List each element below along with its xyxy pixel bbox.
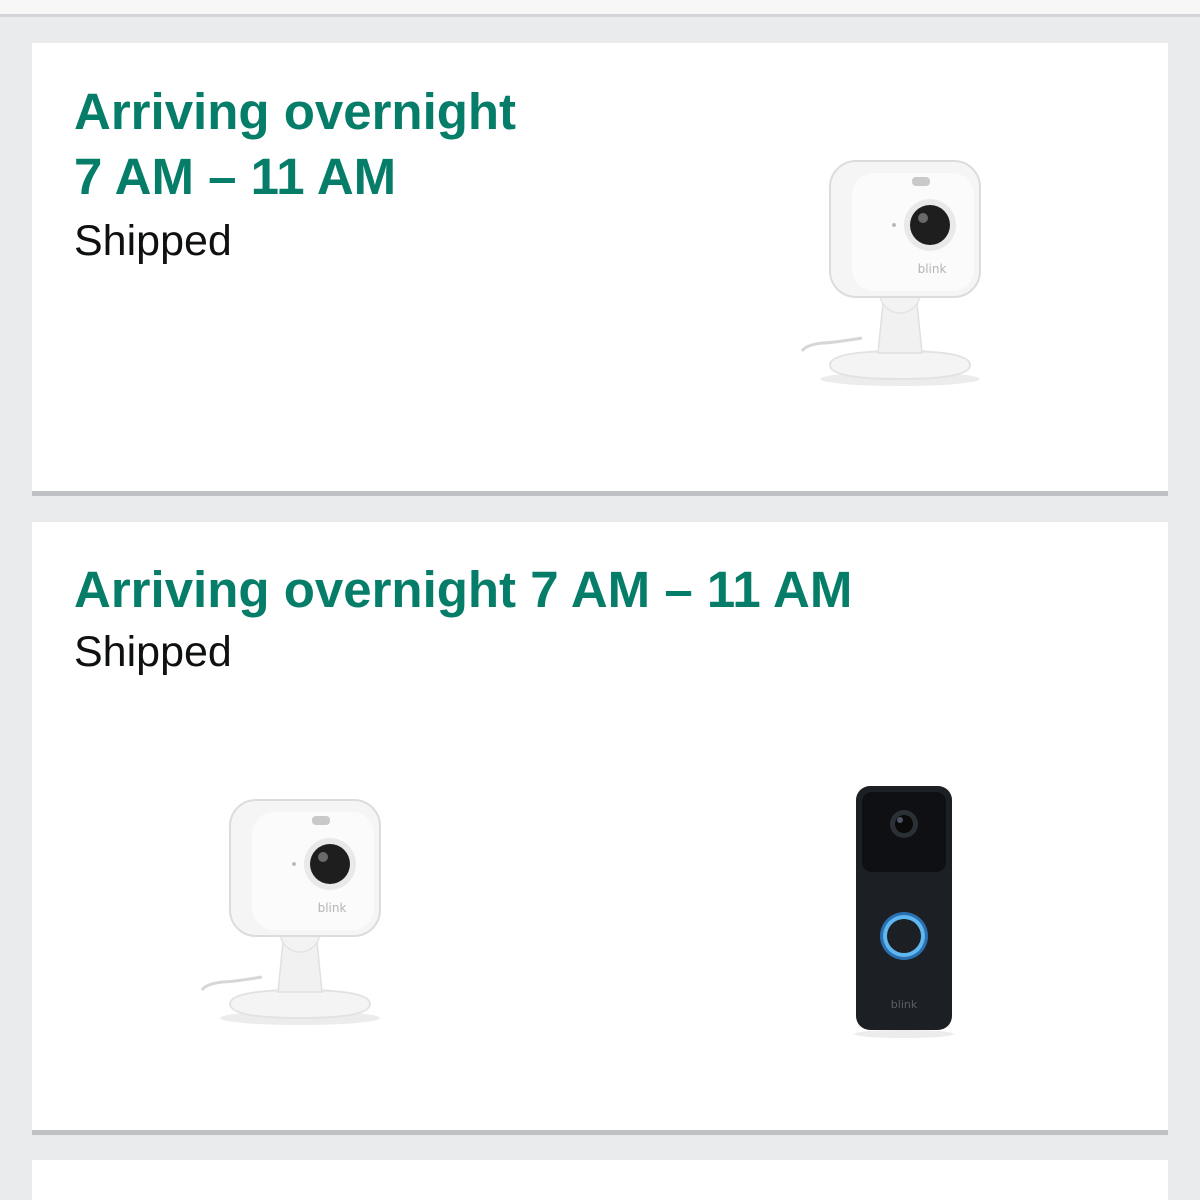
blink-logo-text: blink — [891, 998, 918, 1011]
shipment-status: Shipped — [74, 217, 232, 265]
blink-video-doorbell-image[interactable]: blink — [844, 780, 964, 1040]
blink-logo-text: blink — [318, 901, 347, 915]
blink-logo-text: blink — [918, 262, 947, 276]
arrival-heading: Arriving overnight 7 AM – 11 AM — [74, 561, 853, 618]
arrival-time-line2: 7 AM – 11 AM — [74, 148, 397, 205]
blink-mini-camera-image[interactable]: blink — [192, 792, 392, 1032]
shipment-card[interactable] — [32, 1160, 1168, 1200]
shipment-status: Shipped — [74, 628, 232, 676]
shipment-card[interactable]: Arriving overnight 7 AM – 11 AM Shipped … — [32, 522, 1168, 1135]
previous-section-divider — [0, 0, 1200, 17]
shipment-card[interactable]: Arriving overnight 7 AM – 11 AM Shipped … — [32, 43, 1168, 496]
arrival-time-line1: Arriving overnight — [74, 83, 517, 140]
blink-mini-camera-image[interactable]: blink — [792, 153, 992, 393]
arrival-heading: Arriving overnight 7 AM – 11 AM — [74, 79, 516, 209]
